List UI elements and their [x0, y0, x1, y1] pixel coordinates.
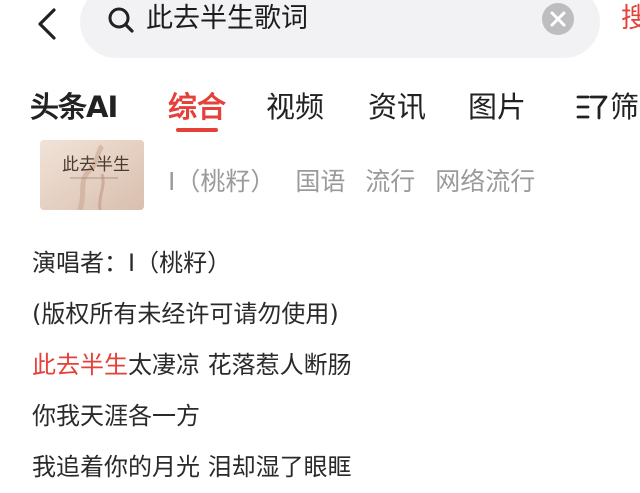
lyric-copyright-line: (版权所有未经许可请勿使用)	[32, 300, 339, 328]
tag-language: 国语	[295, 167, 346, 196]
top-search-bar: 此去半生歌词 搜	[0, 0, 640, 64]
tab-images[interactable]: 图片	[468, 80, 526, 134]
tab-comprehensive[interactable]: 综合	[168, 80, 226, 134]
search-submit-button[interactable]: 搜	[621, 1, 640, 37]
lyric-line: 你我天涯各一方	[32, 402, 200, 430]
tab-news[interactable]: 资讯	[368, 80, 426, 134]
query-highlight: 此去半生	[32, 351, 128, 379]
lyric-line: 此去半生太凄凉 花落惹人断肠	[32, 340, 632, 391]
tab-video[interactable]: 视频	[266, 80, 324, 134]
song-result-card[interactable]: 此去半生 I（桃籽） 国语 流行 网络流行	[0, 134, 640, 214]
filter-icon	[576, 95, 608, 120]
album-cover-art: 此去半生	[40, 140, 144, 210]
search-icon	[108, 7, 134, 33]
album-cover[interactable]: 此去半生	[40, 140, 144, 210]
active-tab-indicator	[176, 128, 218, 132]
tag-genre: 流行	[365, 167, 416, 196]
back-icon[interactable]	[30, 6, 66, 42]
cover-title: 此去半生	[62, 155, 130, 175]
category-tabs: 头条AI 综合 视频 资讯 图片 筛	[0, 80, 640, 134]
song-meta: I（桃籽） 国语 流行 网络流行	[168, 164, 547, 200]
artist-name[interactable]: I（桃籽）	[168, 167, 275, 196]
search-input[interactable]: 此去半生歌词	[146, 1, 308, 37]
tag-style: 网络流行	[435, 167, 536, 196]
lyrics-text: 演唱者：I（桃籽） (版权所有未经许可请勿使用) 此去半生太凄凉 花落惹人断肠 …	[32, 240, 632, 493]
clear-icon[interactable]	[541, 2, 575, 36]
lyric-line: 我追着你的月光 泪却湿了眼眶	[32, 453, 352, 481]
filter-label: 筛	[610, 90, 640, 124]
lyric-line-rest: 太凄凉 花落惹人断肠	[128, 351, 352, 379]
tab-toutiao-ai[interactable]: 头条AI	[30, 80, 118, 134]
lyric-singer-line: 演唱者：I（桃籽）	[32, 249, 232, 277]
